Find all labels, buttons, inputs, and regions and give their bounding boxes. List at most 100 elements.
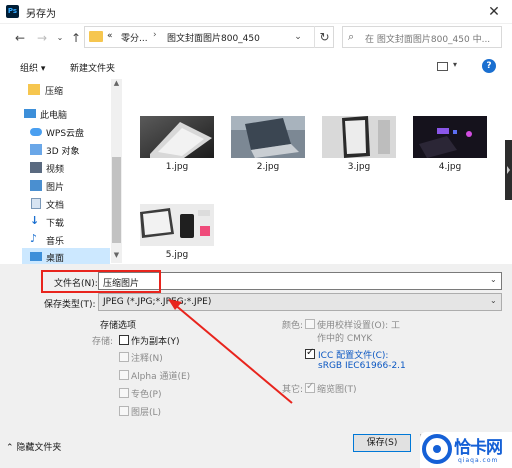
file-name: 1.jpg	[165, 162, 189, 172]
file-thumbnail	[413, 116, 487, 158]
icc-profile-value: sRGB IEC61966-2.1	[318, 361, 406, 371]
sidebar-item-this-pc[interactable]: 此电脑	[0, 105, 110, 122]
chevron-down-icon[interactable]: ▾	[453, 60, 457, 69]
chevron-down-icon[interactable]: ⌄	[490, 296, 497, 305]
address-dropdown-icon[interactable]: ⌄	[291, 28, 305, 46]
file-item[interactable]: 2.jpg	[231, 116, 305, 176]
sidebar-item-compress[interactable]: 压缩	[0, 81, 110, 98]
sidebar-item-label: 压缩	[45, 87, 64, 97]
file-item[interactable]: 5.jpg	[140, 204, 214, 264]
file-name: 5.jpg	[165, 250, 189, 260]
thumbnail-checkbox[interactable]	[305, 381, 315, 393]
hide-folders-toggle[interactable]: ⌃ 隐藏文件夹	[6, 440, 61, 453]
file-name: 4.jpg	[438, 162, 462, 172]
scrollbar-thumb[interactable]	[112, 157, 121, 243]
side-panel-edge	[505, 140, 512, 200]
back-arrow-icon[interactable]: ←	[12, 30, 28, 46]
icc-profile-checkbox[interactable]	[305, 347, 315, 359]
window-title: 另存为	[26, 9, 56, 20]
search-icon: ⌕	[348, 30, 355, 43]
storage-label: 存储:	[92, 337, 114, 347]
file-thumbnail	[231, 116, 305, 158]
layers-checkbox[interactable]	[119, 406, 129, 416]
breadcrumb-overflow[interactable]: «	[107, 31, 113, 41]
video-icon	[30, 162, 42, 173]
up-arrow-icon[interactable]: ↑	[68, 30, 84, 46]
sidebar-item-label: 桌面	[46, 254, 65, 264]
spot-color-checkbox[interactable]	[119, 388, 129, 398]
sidebar-item-3d-objects[interactable]: 3D 对象	[0, 141, 110, 158]
sidebar-item-pictures[interactable]: 图片	[0, 177, 110, 194]
3d-objects-icon	[30, 144, 42, 155]
search-placeholder: 在 图文封面图片800_450 中...	[365, 35, 491, 45]
storage-options-title: 存储选项	[100, 321, 137, 331]
close-icon[interactable]: ✕	[480, 2, 508, 22]
search-box[interactable]: ⌕ 在 图文封面图片800_450 中...	[342, 26, 502, 48]
recent-locations-chevron-icon[interactable]: ⌄	[52, 30, 68, 46]
sidebar-item-label: 图片	[46, 183, 65, 193]
breadcrumb-item-current[interactable]: 图文封面图片800_450	[167, 31, 260, 44]
filetype-label: 保存类型(T):	[44, 300, 96, 310]
other-label: 其它:	[282, 385, 304, 395]
computer-icon	[24, 109, 36, 118]
sidebar-item-downloads[interactable]: ↓ 下载	[0, 213, 110, 230]
watermark-text: 恰卡网	[454, 438, 503, 458]
watermark-url: qiaqa.com	[458, 457, 499, 464]
sidebar-item-documents[interactable]: 文档	[0, 195, 110, 212]
file-thumbnail	[322, 116, 396, 158]
chevron-right-icon[interactable]: ›	[153, 30, 157, 40]
filetype-select[interactable]: JPEG (*.JPG;*.JPEG;*.JPE)	[98, 293, 502, 311]
watermark-logo-icon	[422, 434, 452, 464]
organize-menu[interactable]: 组织 ▾	[20, 61, 45, 74]
sidebar-item-desktop[interactable]: 桌面	[22, 248, 110, 265]
file-thumbnail	[140, 204, 214, 246]
highlight-annotation-box	[41, 270, 161, 293]
annotation-arrow	[168, 299, 293, 404]
download-icon: ↓	[30, 214, 40, 227]
hide-folders-label: 隐藏文件夹	[16, 443, 62, 453]
as-copy-checkbox[interactable]	[119, 335, 129, 345]
cloud-icon	[30, 128, 42, 136]
file-item[interactable]: 3.jpg	[322, 116, 396, 176]
new-folder-button[interactable]: 新建文件夹	[70, 61, 115, 74]
color-label: 颜色:	[282, 321, 304, 331]
notes-label: 注释(N)	[131, 354, 163, 364]
view-options-icon[interactable]	[437, 62, 448, 71]
proof-setup-label-line2: 作中的 CMYK	[317, 334, 373, 344]
spot-color-label: 专色(P)	[131, 390, 162, 400]
sidebar-item-videos[interactable]: 视频	[0, 159, 110, 176]
thumbnail-label: 缩览图(T)	[317, 385, 357, 395]
folder-icon	[28, 84, 40, 95]
sidebar-scrollbar[interactable]	[111, 79, 122, 263]
proof-setup-checkbox[interactable]	[305, 319, 315, 329]
scroll-down-icon[interactable]: ▼	[111, 251, 122, 261]
refresh-icon[interactable]: ↻	[314, 26, 334, 48]
watermark-logo: 恰卡网 qiaqa.com	[420, 432, 512, 468]
sidebar-item-label: 此电脑	[40, 111, 68, 121]
sidebar-item-label: 下载	[46, 219, 65, 229]
layers-label: 图层(L)	[131, 408, 162, 418]
forward-arrow-icon[interactable]: →	[34, 30, 50, 46]
sidebar-item-music[interactable]: ♪ 音乐	[0, 231, 110, 248]
sidebar-item-wps-cloud[interactable]: WPS云盘	[0, 123, 110, 140]
file-thumbnail	[140, 116, 214, 158]
toolbar: 组织 ▾ 新建文件夹 ▾ ?	[0, 56, 512, 78]
notes-checkbox[interactable]	[119, 352, 129, 362]
sidebar-item-label: 音乐	[46, 237, 65, 247]
breadcrumb-item[interactable]: 零分...	[121, 31, 148, 44]
save-button[interactable]: 保存(S)	[353, 434, 411, 452]
sidebar-item-label: 文档	[46, 201, 65, 211]
alpha-channel-checkbox[interactable]	[119, 370, 129, 380]
file-item[interactable]: 4.jpg	[413, 116, 487, 176]
folder-icon	[89, 31, 103, 42]
navigation-pane: 压缩 此电脑 WPS云盘 3D 对象 视频 图片 文档 ↓ 下载 ♪ 音乐 桌面	[0, 79, 122, 265]
alpha-channel-label: Alpha 通道(E)	[131, 372, 191, 382]
chevron-down-icon[interactable]: ⌄	[490, 275, 497, 284]
scroll-up-icon[interactable]: ▲	[111, 79, 122, 89]
sidebar-item-label: 3D 对象	[46, 147, 80, 157]
proof-setup-label: 使用校样设置(O): 工	[317, 321, 400, 331]
documents-icon	[31, 198, 41, 209]
help-icon[interactable]: ?	[482, 59, 496, 73]
icc-profile-label: ICC 配置文件(C):	[318, 351, 389, 361]
file-item[interactable]: 1.jpg	[140, 116, 214, 176]
